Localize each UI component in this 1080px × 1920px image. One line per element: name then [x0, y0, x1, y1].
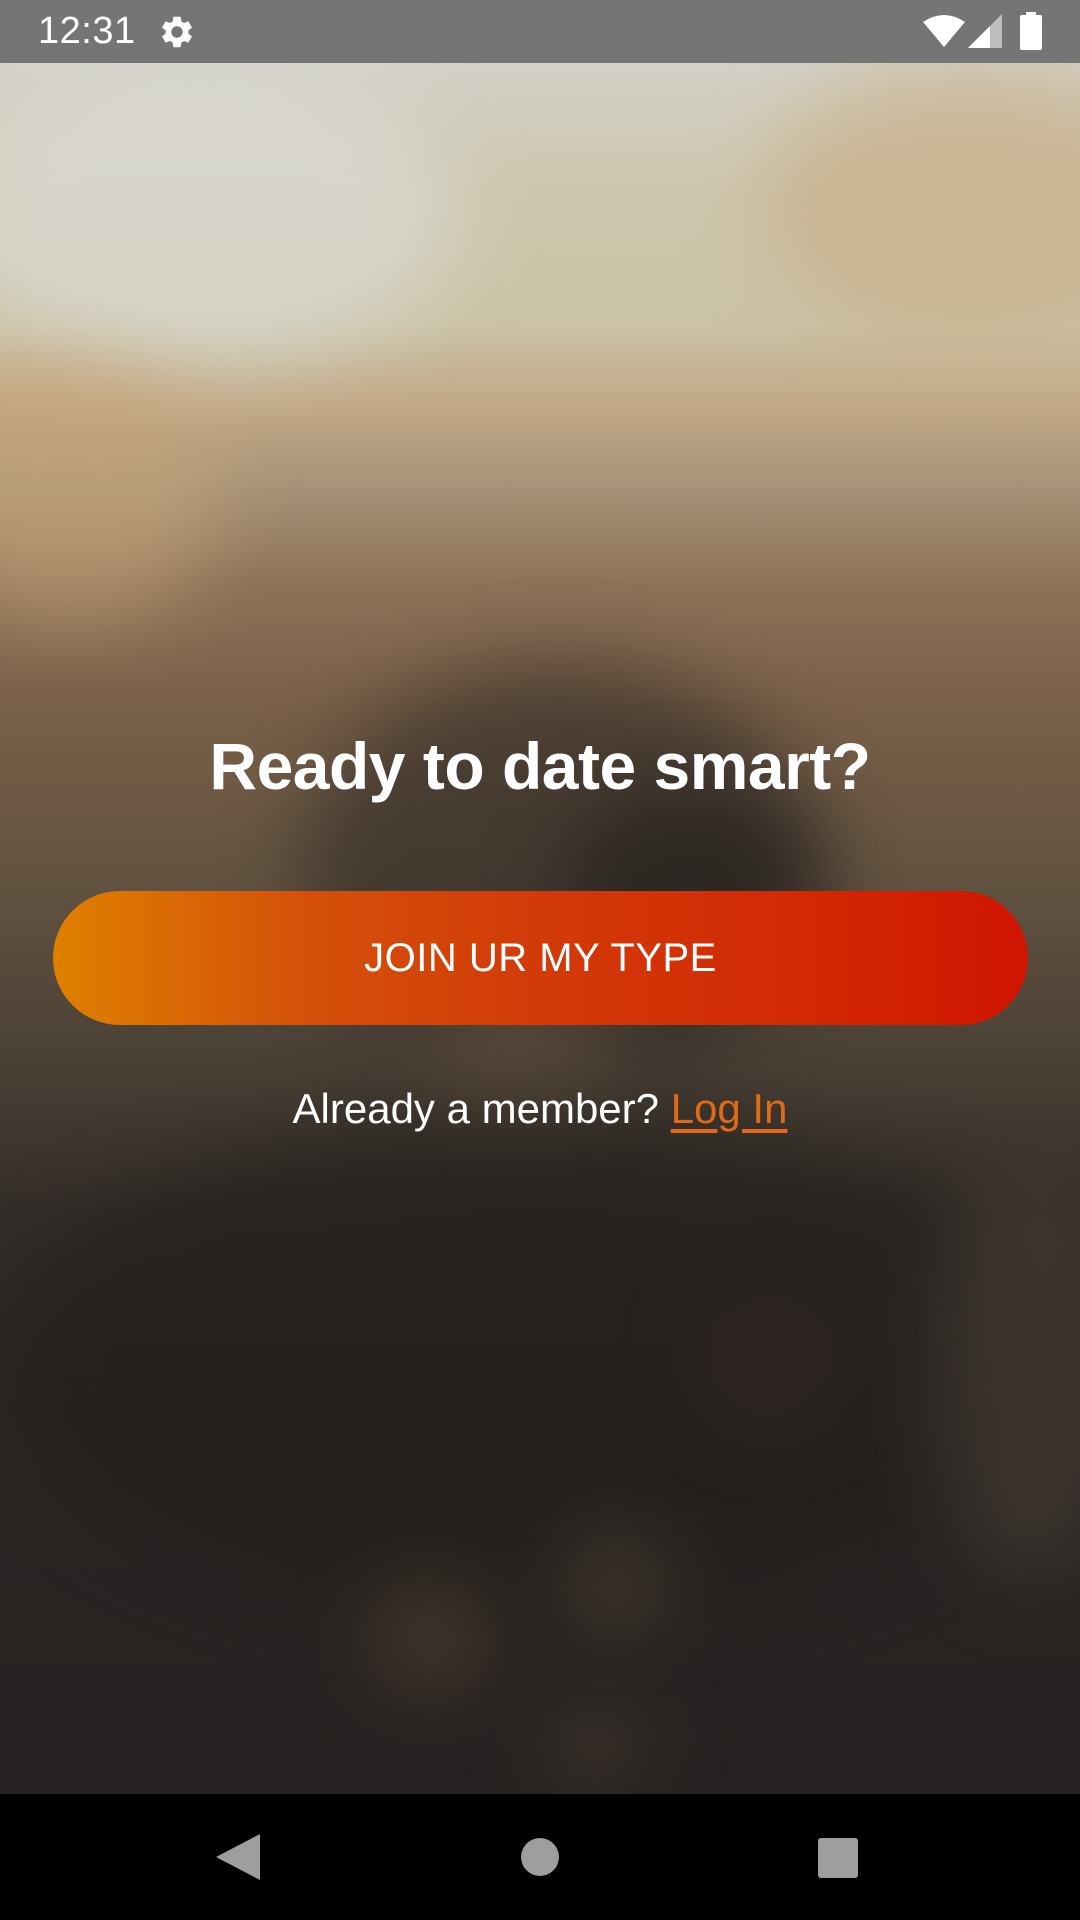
home-icon[interactable] — [521, 1838, 559, 1876]
battery-icon — [1020, 12, 1042, 50]
join-button[interactable]: JOIN UR MY TYPE — [53, 891, 1028, 1025]
login-row: Already a member? Log In — [0, 1085, 1080, 1133]
nav-bar — [0, 1794, 1080, 1920]
status-time: 12:31 — [38, 10, 136, 52]
gear-icon — [162, 16, 192, 48]
cell-signal-icon — [968, 14, 1002, 48]
login-link[interactable]: Log In — [671, 1085, 788, 1132]
welcome-screen: 12:31 Ready to date smart? JOIN UR MY TY… — [0, 0, 1080, 1920]
back-icon[interactable] — [216, 1834, 260, 1880]
recents-icon[interactable] — [818, 1838, 858, 1878]
login-prompt: Already a member? — [292, 1085, 660, 1132]
headline: Ready to date smart? — [209, 729, 871, 803]
status-bar: 12:31 — [0, 0, 1080, 63]
wifi-icon — [923, 15, 965, 47]
